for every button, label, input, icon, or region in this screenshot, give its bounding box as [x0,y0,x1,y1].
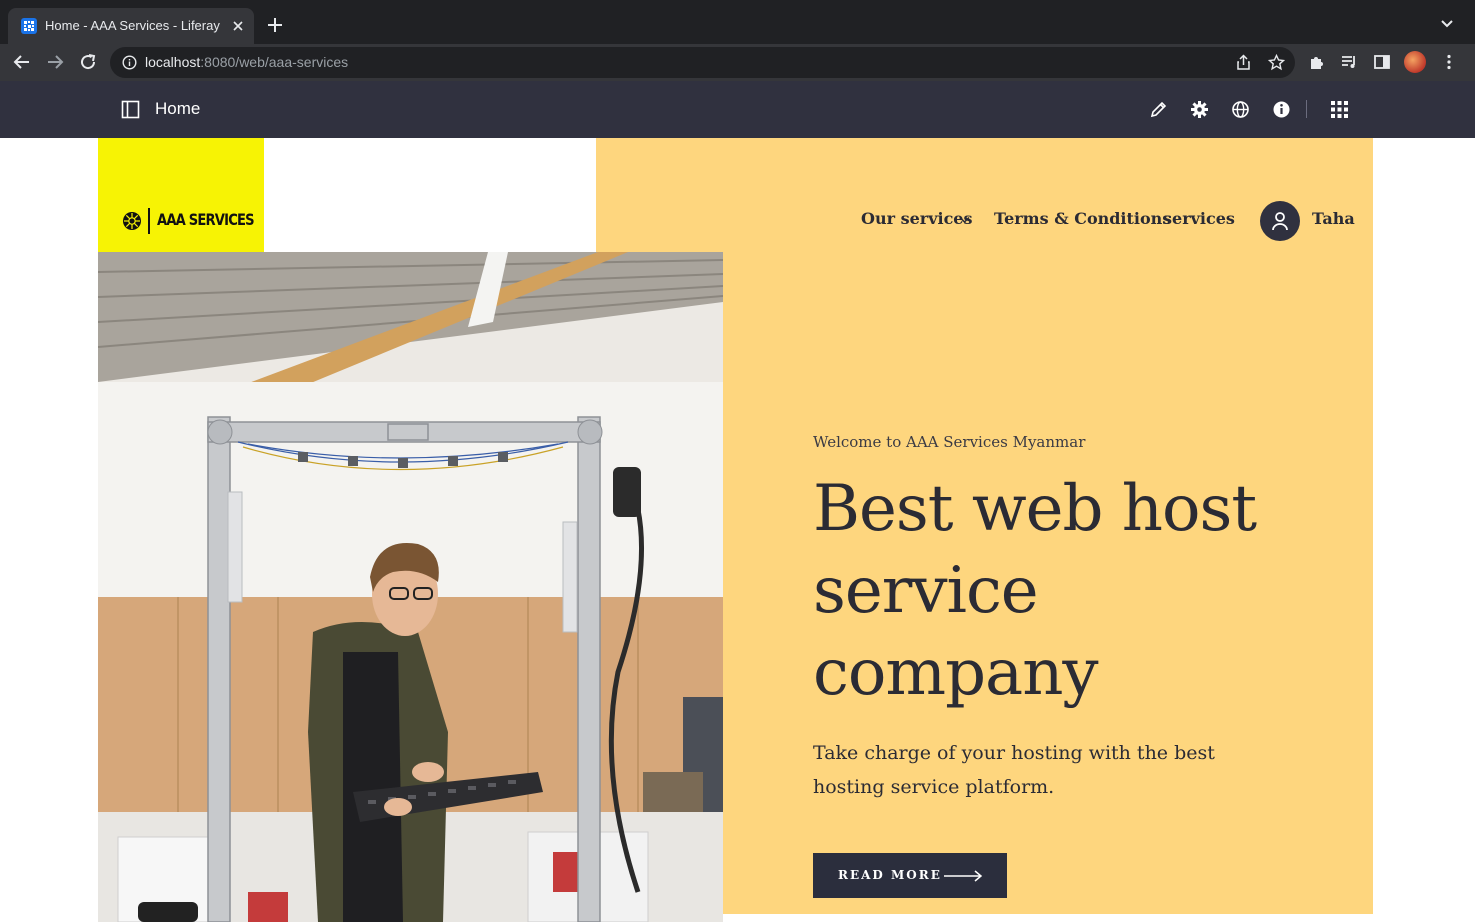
product-menu-toggle-icon[interactable] [121,100,140,119]
address-bar[interactable]: localhost:8080/web/aaa-services [110,47,1295,78]
control-menu-separator [1306,100,1307,118]
browser-toolbar: localhost:8080/web/aaa-services [0,44,1475,81]
gear-icon[interactable] [1190,100,1209,119]
chevron-down-icon[interactable] [959,216,970,224]
globe-icon[interactable] [1231,100,1250,119]
site-info-icon[interactable] [122,55,137,70]
profile-avatar[interactable] [1404,51,1426,73]
liferay-favicon-icon [21,18,37,34]
nav-our-services[interactable]: Our services [861,209,973,228]
browser-tab[interactable]: Home - AAA Services - Liferay [8,8,254,44]
logo-emblem-icon [123,212,141,230]
nav-terms-conditions[interactable]: Terms & Conditions [994,209,1171,228]
new-tab-icon[interactable] [266,16,284,34]
hero-headline: Best web host service company [813,472,1257,710]
browser-tab-strip: Home - AAA Services - Liferay [0,0,1475,44]
read-more-label: READ MORE [838,868,942,882]
hero-eyebrow: Welcome to AAA Services Myanmar [813,433,1086,451]
url-host: localhost [145,54,201,70]
applications-grid-icon[interactable] [1330,100,1349,119]
logo-text: AAA SERVICES [157,210,255,229]
reload-icon[interactable] [78,52,98,72]
close-tab-icon[interactable] [230,18,246,34]
tab-title: Home - AAA Services - Liferay [45,18,220,33]
read-more-button[interactable]: READ MORE [813,853,1007,898]
extensions-puzzle-icon[interactable] [1308,53,1326,71]
back-arrow-icon[interactable] [12,52,32,72]
liferay-control-menu: Home [0,81,1475,138]
arrow-right-icon [944,870,983,882]
tab-search-chevron-icon[interactable] [1440,18,1454,30]
hero-photo [98,252,723,922]
hero-subtext: Take charge of your hosting with the bes… [813,742,1215,798]
side-panel-icon[interactable] [1373,53,1391,71]
more-menu-icon[interactable] [1440,53,1458,71]
url-path: :8080/web/aaa-services [200,54,349,70]
bookmark-star-icon[interactable] [1268,54,1285,71]
user-avatar[interactable] [1260,201,1300,241]
edit-pencil-icon[interactable] [1149,100,1168,119]
page-title: Home [155,99,201,118]
url-text: localhost:8080/web/aaa-services [145,54,348,70]
forward-arrow-icon[interactable] [45,52,65,72]
media-queue-icon[interactable] [1340,53,1358,71]
info-icon[interactable] [1272,100,1291,119]
share-icon[interactable] [1235,54,1252,71]
user-icon [1272,212,1288,231]
site-page: AAA SERVICES Our services Terms & Condit… [0,138,1475,922]
nav-services[interactable]: services [1163,209,1235,228]
user-name[interactable]: Taha [1312,209,1355,228]
logo-divider [148,208,150,234]
